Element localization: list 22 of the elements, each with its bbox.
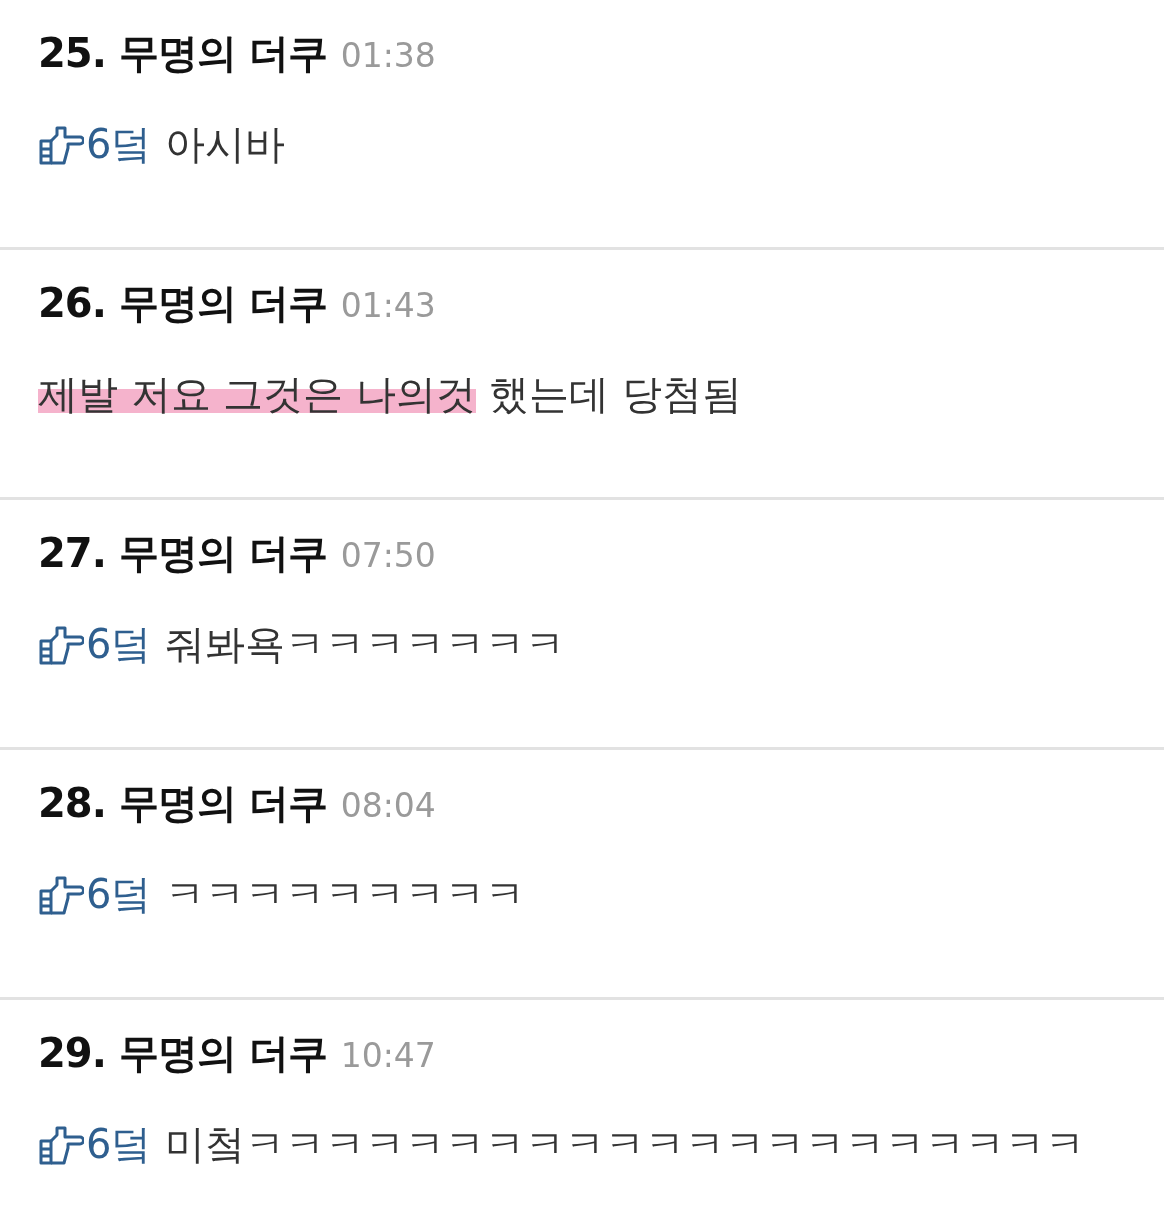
comment-time: 07:50 xyxy=(340,536,436,575)
comment-time: 08:04 xyxy=(340,786,436,825)
thumbs-up-icon xyxy=(38,624,84,665)
comment-author: 27. 무명의 더쿠 xyxy=(38,529,327,578)
like-count: 6덬 xyxy=(86,620,152,669)
comment-author: 26. 무명의 더쿠 xyxy=(38,279,327,328)
comment-time: 10:47 xyxy=(340,1036,436,1075)
comment-text: 줘봐욕ㅋㅋㅋㅋㅋㅋㅋ xyxy=(165,620,566,669)
comment-author: 28. 무명의 더쿠 xyxy=(38,779,327,828)
like-count: 6덬 xyxy=(86,1120,152,1169)
comment-text: 미첰ㅋㅋㅋㅋㅋㅋㅋㅋㅋㅋㅋㅋㅋㅋㅋㅋㅋㅋㅋㅋㅋ xyxy=(165,1120,1086,1169)
comment-time: 01:38 xyxy=(340,36,436,75)
comment-author: 29. 무명의 더쿠 xyxy=(38,1029,327,1078)
like-count: 6덬 xyxy=(86,120,152,169)
thumbs-up-icon xyxy=(38,874,84,915)
comment-text: ㅋㅋㅋㅋㅋㅋㅋㅋㅋ xyxy=(165,870,526,919)
comment-time: 01:43 xyxy=(340,286,436,325)
thumbs-up-icon xyxy=(38,1124,84,1165)
comment-text: 아시바 xyxy=(165,120,286,169)
comment-author: 25. 무명의 더쿠 xyxy=(38,29,327,78)
like-count: 6덬 xyxy=(86,870,152,919)
thumbs-up-icon xyxy=(38,124,84,165)
